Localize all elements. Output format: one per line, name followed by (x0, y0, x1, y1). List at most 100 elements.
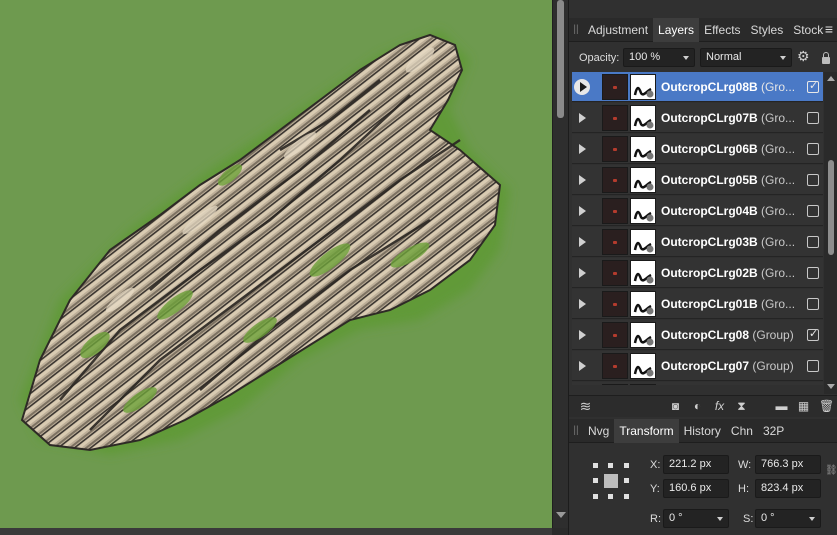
expand-triangle-icon[interactable] (572, 382, 592, 386)
layer-name: OutcropCLrg06B (Gro... (661, 142, 795, 156)
layer-row[interactable]: OutcropCLrg03B (Gro... (572, 227, 823, 257)
visibility-checkbox[interactable] (807, 79, 819, 93)
visibility-checkbox[interactable] (807, 298, 819, 310)
layer-type: (Gro... (761, 79, 796, 94)
expand-triangle-icon[interactable] (572, 258, 592, 288)
tab-transform[interactable]: Transform (614, 418, 679, 443)
tab-navigator[interactable]: Nvg (583, 419, 614, 443)
tab-channels[interactable]: Chn (726, 419, 758, 443)
expand-triangle-icon[interactable] (572, 134, 592, 164)
checker-icon[interactable]: ▦ (797, 400, 810, 413)
layer-mask-thumbnail (630, 135, 656, 162)
visibility-checkbox[interactable] (807, 360, 819, 372)
visibility-checkbox[interactable] (807, 112, 819, 124)
visibility-checkbox[interactable] (807, 327, 819, 341)
x-label: X: (650, 459, 661, 471)
document-canvas[interactable] (0, 0, 552, 528)
layer-thumbnail (602, 228, 628, 255)
layer-type: (Group) (752, 327, 794, 342)
layer-row[interactable]: OutcropCLrg01B (Gro... (572, 289, 823, 319)
tab-layers[interactable]: Layers (653, 17, 700, 42)
trash-icon[interactable]: 🗑 (819, 400, 834, 413)
layer-mask-thumbnail (630, 73, 656, 100)
expand-triangle-icon[interactable] (572, 103, 592, 133)
expand-triangle-icon[interactable] (572, 165, 592, 195)
layer-row[interactable]: OutcropCLrg05B (Gro... (572, 165, 823, 195)
h-field[interactable]: 823.4 px (755, 479, 821, 498)
y-field[interactable]: 160.6 px (663, 479, 729, 498)
layer-title: OutcropCLrg05B (661, 172, 758, 187)
hourglass-icon[interactable]: ⧗ (735, 400, 748, 413)
layer-thumbnail (602, 290, 628, 317)
scrollbar-thumb[interactable] (828, 160, 834, 255)
s-label: S: (743, 513, 754, 525)
x-field[interactable]: 221.2 px (663, 455, 729, 474)
expand-triangle-icon[interactable] (572, 196, 592, 226)
mask-icon[interactable]: ◙ (669, 400, 682, 413)
lock-icon[interactable] (822, 52, 830, 64)
r-field[interactable]: 0 ° (663, 509, 729, 528)
tab-styles[interactable]: Styles (746, 18, 789, 42)
expand-triangle-icon[interactable] (572, 289, 592, 319)
s-field[interactable]: 0 ° (755, 509, 821, 528)
layer-row[interactable]: OutcropCLrg07B (Gro... (572, 103, 823, 133)
expand-triangle-icon[interactable] (572, 320, 592, 350)
layer-type: (Group) (752, 358, 794, 373)
visibility-checkbox[interactable] (807, 143, 819, 155)
anchor-point-selector[interactable] (593, 463, 629, 499)
layer-row[interactable]: OutcropCLrg04B (Gro... (572, 196, 823, 226)
scroll-up-icon[interactable] (827, 76, 835, 81)
w-field[interactable]: 766.3 px (755, 455, 821, 474)
fx-icon[interactable]: fx (713, 400, 726, 413)
canvas-vertical-scrollbar[interactable] (552, 0, 568, 528)
expand-triangle-icon[interactable] (572, 351, 592, 381)
layer-name: OutcropCLrg08B (Gro... (661, 80, 795, 94)
visibility-checkbox[interactable] (807, 236, 819, 248)
visibility-checkbox[interactable] (807, 174, 819, 186)
layer-row[interactable]: OutcropCLrg06 (Group) (572, 382, 823, 385)
layer-row[interactable]: OutcropCLrg06B (Gro... (572, 134, 823, 164)
tab-adjustment[interactable]: Adjustment (583, 18, 653, 42)
layer-thumbnail (602, 197, 628, 224)
layer-mask-thumbnail (630, 166, 656, 193)
scroll-down-icon[interactable] (556, 512, 566, 518)
gear-icon[interactable]: ⚙ (797, 48, 810, 65)
layers-panel-tabbar: || Adjustment Layers Effects Styles Stoc… (569, 17, 837, 42)
layer-type: (Gro... (761, 110, 796, 125)
link-proportions-icon[interactable]: ⛓ (825, 465, 837, 485)
layer-type: (Gro... (761, 296, 796, 311)
layer-row[interactable]: OutcropCLrg08 (Group) (572, 320, 823, 350)
canvas-status-strip (0, 528, 552, 535)
opacity-dropdown[interactable]: 100 % (623, 48, 695, 67)
layer-row[interactable]: OutcropCLrg07 (Group) (572, 351, 823, 381)
expand-triangle-icon[interactable] (572, 72, 592, 102)
opacity-label: Opacity: (579, 52, 620, 64)
blend-mode-dropdown[interactable]: Normal (700, 48, 792, 67)
layer-title: OutcropCLrg03B (661, 234, 758, 249)
transform-panel-tabbar: || Nvg Transform History Chn 32P (569, 418, 837, 443)
scrollbar-thumb[interactable] (557, 0, 564, 118)
tab-32p[interactable]: 32P (758, 419, 789, 443)
layer-row[interactable]: OutcropCLrg02B (Gro... (572, 258, 823, 288)
panel-menu-icon[interactable]: ≡ (822, 21, 836, 37)
w-label: W: (738, 459, 752, 471)
tab-history[interactable]: History (679, 419, 726, 443)
layer-list-scrollbar[interactable] (824, 72, 837, 394)
folder-icon[interactable]: ▬ (775, 400, 788, 413)
scroll-down-icon[interactable] (827, 384, 835, 389)
visibility-checkbox[interactable] (807, 205, 819, 217)
layer-row[interactable]: OutcropCLrg08B (Gro... (572, 72, 823, 102)
panel-grip-icon[interactable]: || (569, 419, 583, 443)
visibility-checkbox[interactable] (807, 267, 819, 279)
layer-name: OutcropCLrg02B (Gro... (661, 266, 795, 280)
tab-effects[interactable]: Effects (699, 18, 745, 42)
layer-thumbnail (602, 73, 628, 100)
h-label: H: (738, 483, 749, 495)
chevron-down-icon (683, 56, 689, 60)
layers-stack-icon[interactable]: ≋ (579, 399, 592, 413)
layer-title: OutcropCLrg08 (661, 327, 750, 342)
adjustment-icon[interactable]: ◐ (691, 400, 704, 413)
panel-grip-icon[interactable]: || (569, 18, 583, 42)
expand-triangle-icon[interactable] (572, 227, 592, 257)
rock-outcrop-artwork (20, 30, 510, 455)
